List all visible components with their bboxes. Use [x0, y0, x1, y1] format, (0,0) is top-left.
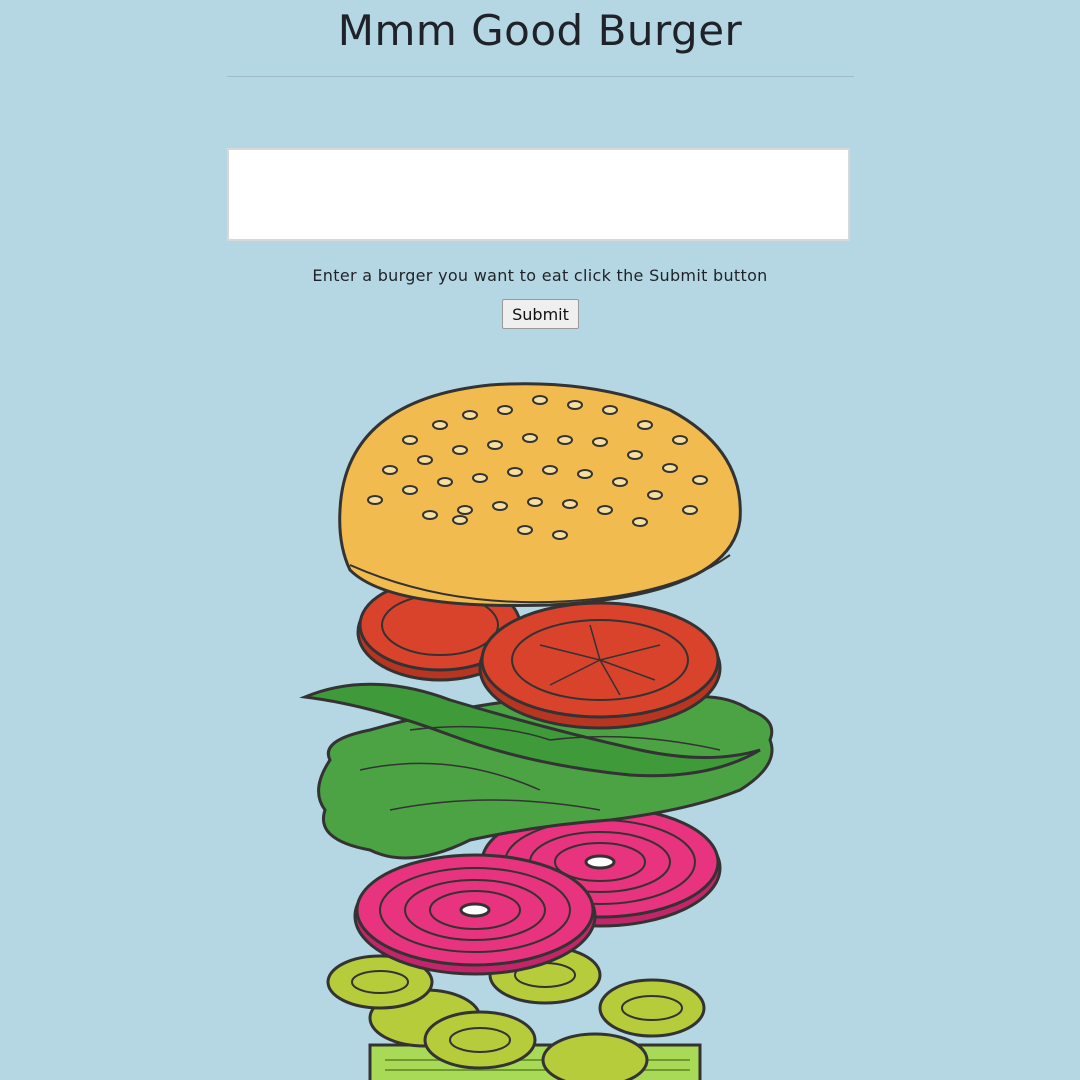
burger-illustration: [299, 382, 774, 1080]
page-title: Mmm Good Burger: [337, 6, 743, 55]
burger-input[interactable]: [227, 148, 850, 241]
title-divider: [227, 76, 854, 77]
bottom-greens: [368, 1043, 702, 1080]
instructions-text: Enter a burger you want to eat click the…: [312, 266, 768, 285]
submit-button[interactable]: Submit: [502, 299, 579, 329]
top-bun: [338, 382, 742, 608]
page: Mmm Good Burger Enter a burger you want …: [0, 0, 1080, 1080]
